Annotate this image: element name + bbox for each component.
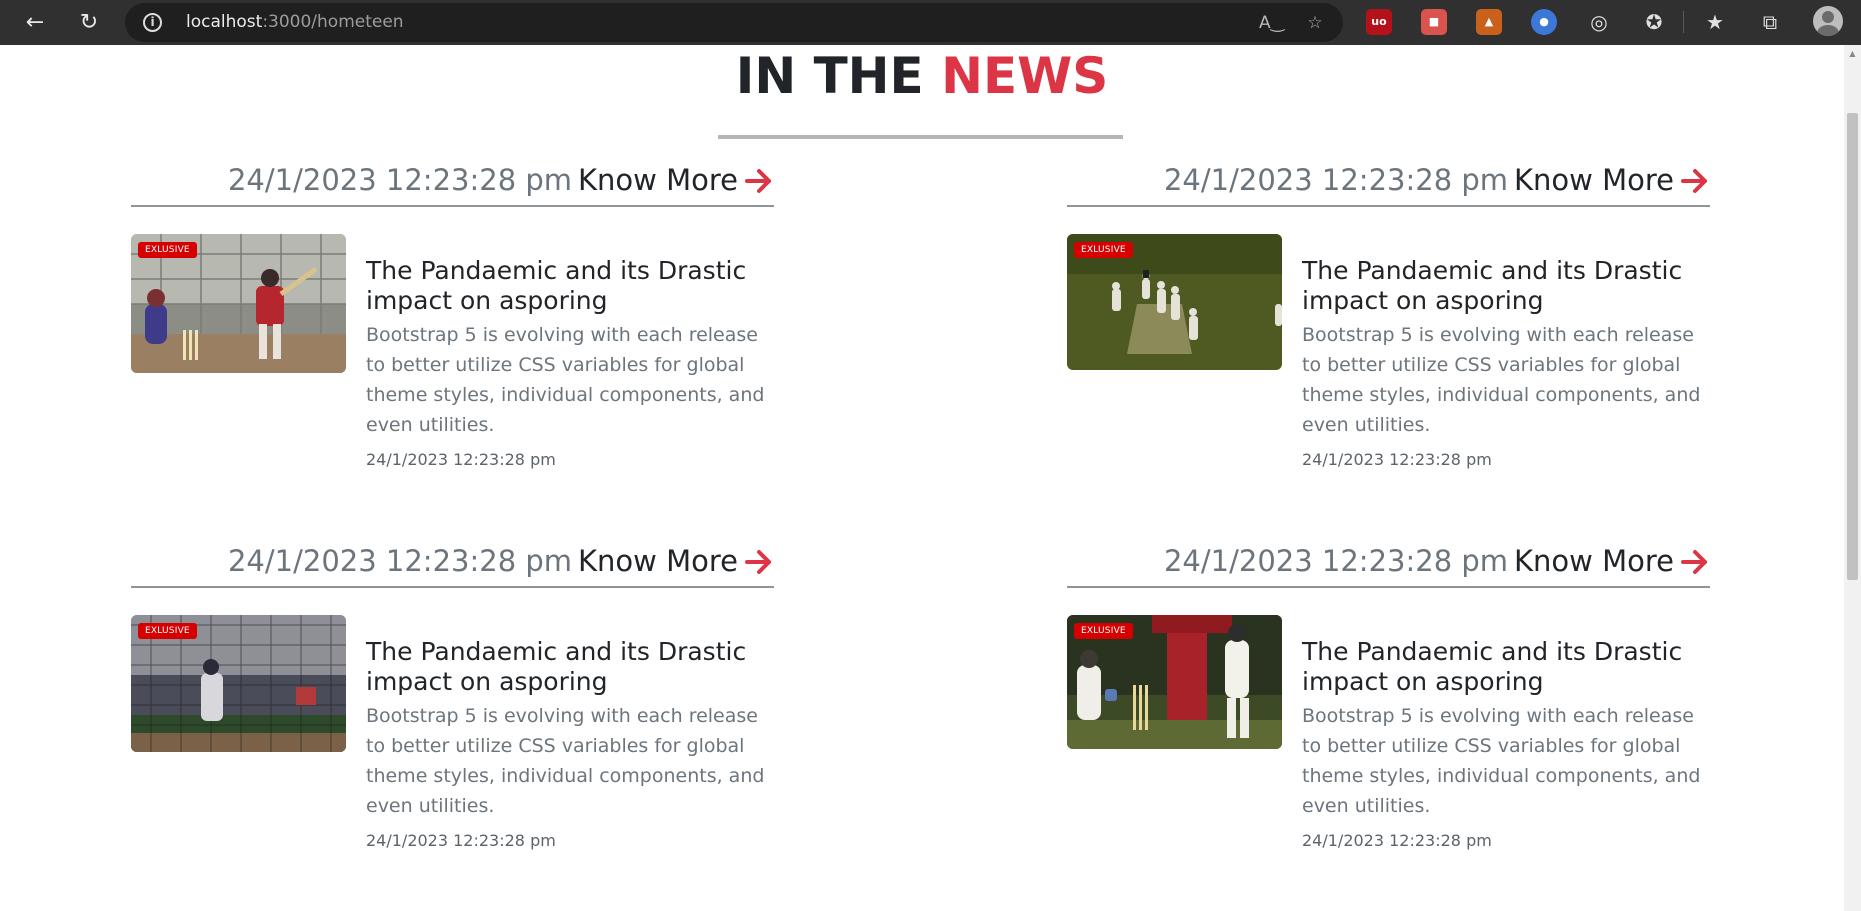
arrow-right-icon[interactable]	[744, 547, 774, 577]
news-card: 24/1/2023 12:23:28 pm Know More EXLUSIVE …	[131, 541, 774, 871]
browser-toolbar: ← ↻ i localhost:3000/hometeen A‿ ☆ uo ■ …	[0, 0, 1861, 45]
url-path: :3000/hometeen	[262, 12, 404, 32]
title-underline	[718, 135, 1123, 139]
scrollbar-thumb[interactable]	[1847, 113, 1858, 580]
news-timestamp: 24/1/2023 12:23:28 pm	[1302, 831, 1492, 850]
read-aloud-icon[interactable]: A‿	[1259, 11, 1284, 35]
news-headline[interactable]: The Pandaemic and its Drastic impact on …	[366, 637, 766, 697]
exclusive-badge: EXLUSIVE	[138, 623, 197, 639]
address-bar[interactable]: i localhost:3000/hometeen A‿ ☆	[125, 3, 1343, 42]
back-arrow-icon[interactable]: ←	[19, 7, 51, 39]
know-more-link[interactable]: Know More	[1514, 544, 1674, 578]
news-headline[interactable]: The Pandaemic and its Drastic impact on …	[366, 256, 766, 316]
arrow-right-icon[interactable]	[744, 166, 774, 196]
news-thumbnail[interactable]: EXLUSIVE	[131, 615, 346, 752]
news-headline[interactable]: The Pandaemic and its Drastic impact on …	[1302, 637, 1702, 697]
card-header: 24/1/2023 12:23:28 pm Know More	[1164, 541, 1710, 581]
news-headline[interactable]: The Pandaemic and its Drastic impact on …	[1302, 256, 1702, 316]
arrow-right-icon[interactable]	[1680, 166, 1710, 196]
section-title-accent: NEWS	[941, 47, 1109, 105]
reload-icon[interactable]: ↻	[73, 7, 105, 39]
add-favorite-icon[interactable]: ☆	[1303, 11, 1327, 35]
card-header: 24/1/2023 12:23:28 pm Know More	[228, 160, 774, 200]
card-header-date: 24/1/2023 12:23:28 pm	[1163, 163, 1509, 197]
collections-icon[interactable]: ⧉	[1756, 8, 1784, 36]
ublock-extension-icon[interactable]: uo	[1366, 9, 1392, 35]
favorites-icon[interactable]: ★	[1701, 8, 1729, 36]
section-title-prefix: IN THE	[735, 47, 942, 105]
know-more-link[interactable]: Know More	[1514, 163, 1674, 197]
news-thumbnail[interactable]: EXLUSIVE	[131, 234, 346, 373]
news-card: 24/1/2023 12:23:28 pm Know More EXLUSIVE …	[131, 160, 774, 490]
site-info-icon[interactable]: i	[143, 13, 162, 32]
exclusive-badge: EXLUSIVE	[138, 242, 197, 258]
know-more-link[interactable]: Know More	[578, 544, 738, 578]
url-host: localhost	[186, 12, 263, 32]
news-timestamp: 24/1/2023 12:23:28 pm	[1302, 450, 1492, 469]
card-header: 24/1/2023 12:23:28 pm Know More	[228, 541, 774, 581]
news-timestamp: 24/1/2023 12:23:28 pm	[366, 450, 556, 469]
card-divider	[1067, 586, 1710, 588]
card-divider	[1067, 205, 1710, 207]
news-thumbnail[interactable]: EXLUSIVE	[1067, 234, 1282, 370]
know-more-link[interactable]: Know More	[578, 163, 738, 197]
extension-icon-3[interactable]: ▲	[1476, 9, 1502, 35]
news-description: Bootstrap 5 is evolving with each releas…	[1302, 324, 1701, 436]
card-divider	[131, 586, 774, 588]
scroll-up-icon[interactable]: ▲	[1847, 49, 1858, 59]
extensions-puzzle-icon[interactable]: ✪	[1640, 8, 1668, 36]
exclusive-badge: EXLUSIVE	[1074, 623, 1133, 639]
extension-icon-2[interactable]: ■	[1421, 9, 1447, 35]
news-card: 24/1/2023 12:23:28 pm Know More EXLUSIVE …	[1067, 541, 1710, 871]
url-text[interactable]: localhost:3000/hometeen	[186, 12, 404, 32]
news-description: Bootstrap 5 is evolving with each releas…	[366, 324, 765, 436]
tracking-icon[interactable]: ◎	[1585, 8, 1613, 36]
card-divider	[131, 205, 774, 207]
card-header-date: 24/1/2023 12:23:28 pm	[227, 163, 573, 197]
arrow-right-icon[interactable]	[1680, 547, 1710, 577]
card-header-date: 24/1/2023 12:23:28 pm	[227, 544, 573, 578]
news-description: Bootstrap 5 is evolving with each releas…	[366, 705, 765, 817]
section-title: IN THE NEWS	[0, 47, 1844, 105]
profile-avatar[interactable]	[1813, 6, 1843, 36]
news-timestamp: 24/1/2023 12:23:28 pm	[366, 831, 556, 850]
card-header: 24/1/2023 12:23:28 pm Know More	[1164, 160, 1710, 200]
news-thumbnail[interactable]: EXLUSIVE	[1067, 615, 1282, 749]
news-card: 24/1/2023 12:23:28 pm Know More EXLUSIVE …	[1067, 160, 1710, 490]
card-header-date: 24/1/2023 12:23:28 pm	[1163, 544, 1509, 578]
extension-icon-4[interactable]: ●	[1531, 9, 1557, 35]
toolbar-separator	[1683, 11, 1684, 33]
exclusive-badge: EXLUSIVE	[1074, 242, 1133, 258]
news-description: Bootstrap 5 is evolving with each releas…	[1302, 705, 1701, 817]
